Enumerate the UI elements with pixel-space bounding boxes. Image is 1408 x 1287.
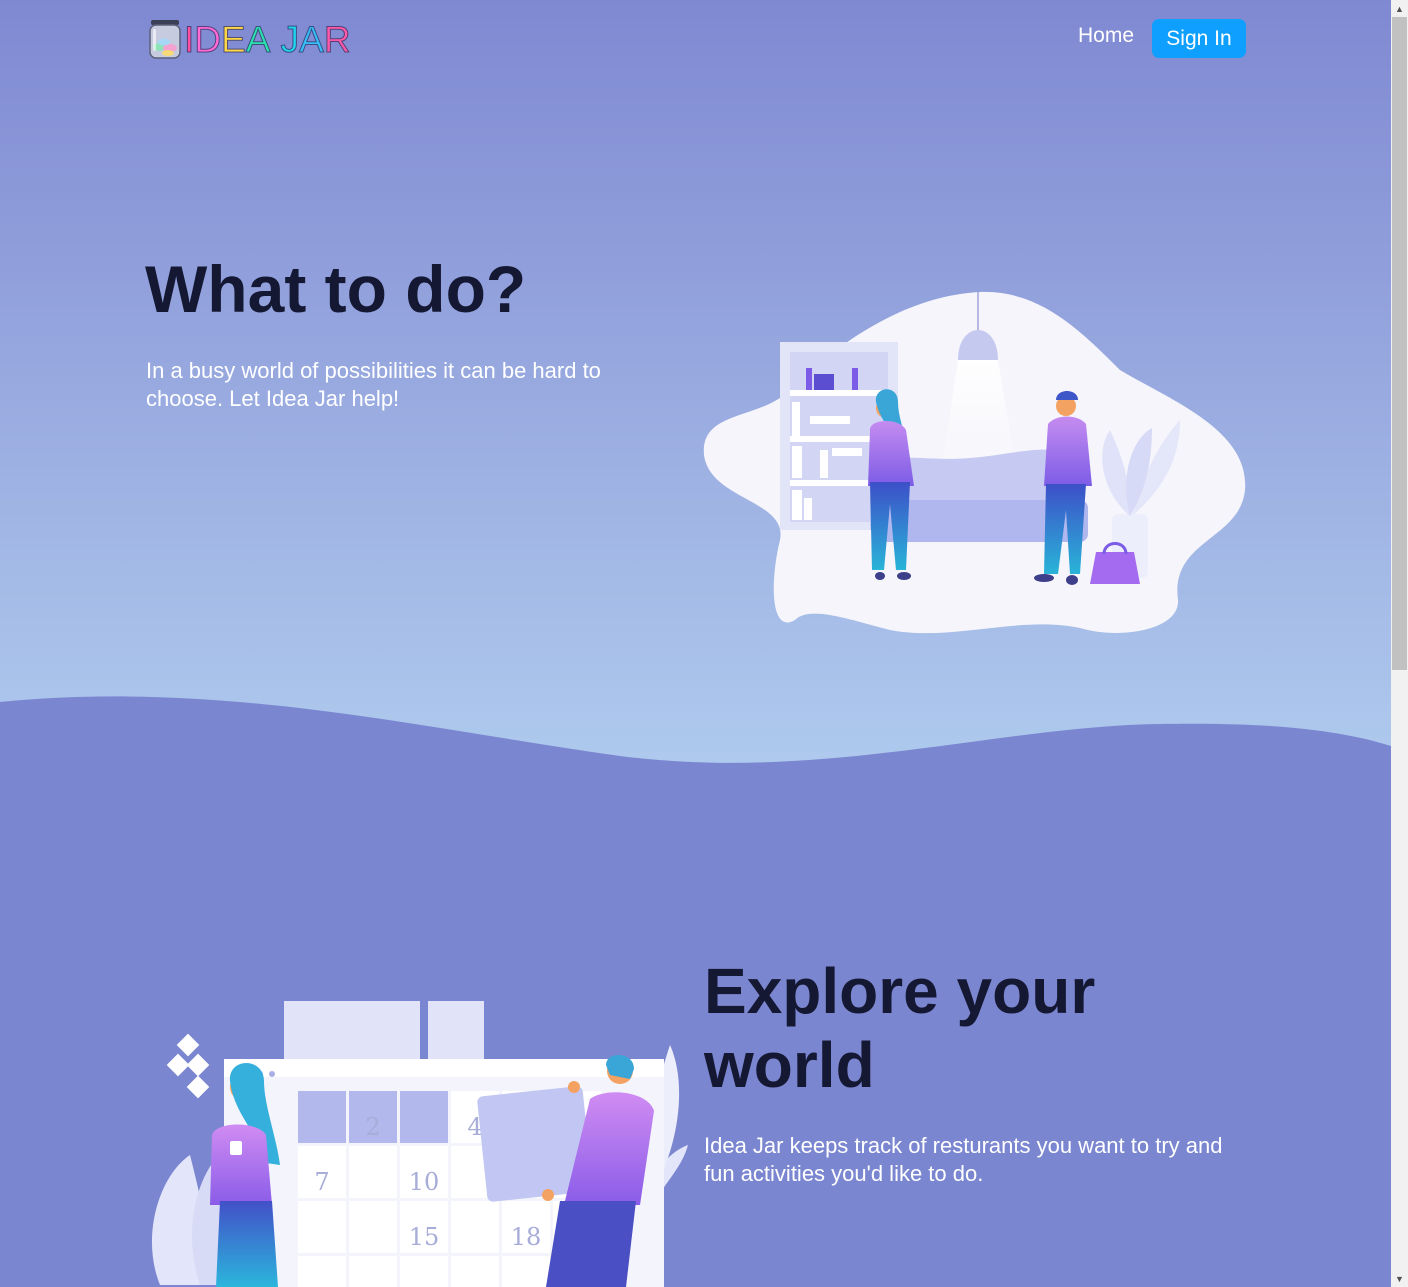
logo-letter: E (221, 18, 247, 60)
calendar-cell (451, 1256, 499, 1287)
explore-description: Idea Jar keeps track of resturants you w… (704, 1133, 1223, 1186)
calendar-cell (349, 1146, 397, 1198)
hero-title: What to do? (145, 252, 527, 326)
logo-letter: D (194, 18, 222, 60)
logo-letter: A (245, 18, 271, 60)
scroll-down-arrow-icon[interactable]: ▼ (1391, 1270, 1408, 1287)
calendar-cell (298, 1256, 346, 1287)
explore-title: Explore your world (704, 955, 1096, 1101)
calendar-cell (451, 1201, 499, 1253)
logo-letter: A (299, 18, 325, 60)
living-room-illustration (703, 291, 1246, 634)
calendar-day-number: 18 (511, 1223, 542, 1251)
calendar-day-number: 7 (314, 1168, 329, 1196)
calendar-cell (298, 1201, 346, 1253)
scroll-up-arrow-icon[interactable]: ▲ (1391, 0, 1408, 17)
app-logo[interactable]: IDEA JAR (148, 16, 351, 62)
calendar-day-number: 2 (365, 1113, 380, 1141)
calendar-cell (400, 1256, 448, 1287)
wave-divider (0, 696, 1391, 800)
nav-home-link[interactable]: Home (1078, 24, 1134, 48)
calendar-cell (349, 1256, 397, 1287)
calendar-cell (400, 1091, 448, 1143)
sign-in-button[interactable]: Sign In (1152, 19, 1246, 58)
calendar-cell (349, 1201, 397, 1253)
calendar-cell (502, 1256, 550, 1287)
calendar-day-number: 15 (409, 1223, 440, 1251)
hero-description: In a busy world of possibilities it can … (146, 358, 601, 411)
logo-letter: I (183, 18, 195, 60)
logo-letter: R (323, 18, 351, 60)
calendar-illustration: 2 47 1015 18 (151, 1001, 688, 1287)
scrollbar-thumb[interactable] (1392, 17, 1407, 670)
logo-letter (270, 19, 280, 60)
logo-wordmark: IDEA JAR (183, 18, 351, 60)
page: IDEA JAR Home Sign In What to do? In a b… (0, 0, 1391, 1287)
jar-logo-icon (149, 20, 181, 59)
calendar-cell (298, 1091, 346, 1143)
logo-letter: J (280, 18, 300, 60)
calendar-day-number: 10 (409, 1168, 440, 1196)
